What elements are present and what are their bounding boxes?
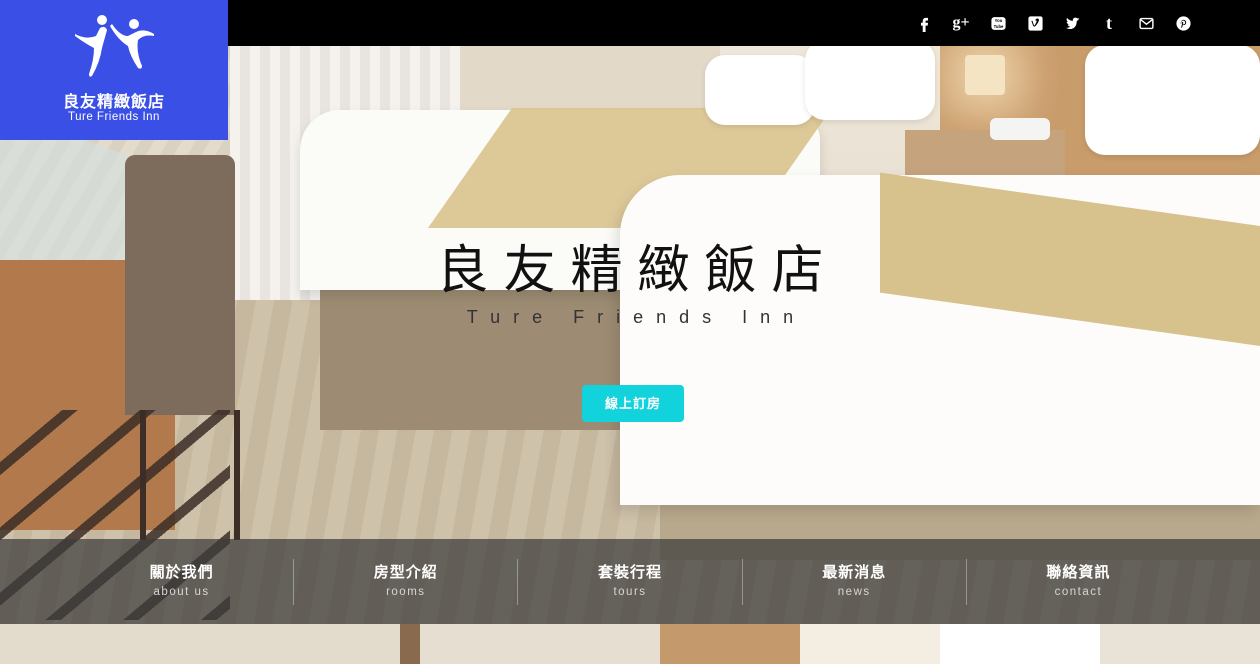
nav-label: 聯絡資訊: [1046, 562, 1111, 581]
google-plus-icon[interactable]: g+: [952, 14, 970, 32]
mail-icon[interactable]: [1137, 14, 1155, 32]
nav-sublabel: tours: [613, 585, 647, 598]
hero-title: 良友精緻飯店: [436, 241, 839, 301]
telephone: [990, 118, 1050, 140]
logo-subtitle: Ture Friends Inn: [68, 111, 160, 123]
main-nav: 關於我們 about us 房型介紹 rooms 套裝行程 tours 最新消息…: [0, 539, 1260, 624]
svg-text:Tube: Tube: [993, 23, 1003, 28]
nav-sublabel: rooms: [386, 585, 426, 598]
hero-subtitle: Ture Friends Inn: [466, 307, 807, 327]
nav-label: 關於我們: [149, 562, 214, 581]
twitter-icon[interactable]: [1063, 14, 1081, 32]
bedside-lamp: [965, 55, 1005, 95]
tumblr-icon[interactable]: t: [1100, 14, 1118, 32]
book-online-button[interactable]: 線上訂房: [582, 385, 684, 422]
nav-label: 房型介紹: [373, 562, 438, 581]
vimeo-icon[interactable]: [1026, 14, 1044, 32]
pillow: [1085, 45, 1260, 155]
nav-item-about[interactable]: 關於我們 about us: [70, 559, 293, 605]
nav-item-news[interactable]: 最新消息 news: [741, 558, 966, 605]
nav-item-rooms[interactable]: 房型介紹 rooms: [293, 558, 517, 605]
logo-people-icon: [75, 15, 154, 77]
nav-item-tours[interactable]: 套裝行程 tours: [517, 558, 741, 605]
logo-title: 良友精緻飯店: [62, 92, 165, 111]
social-links: g+ You Tube t: [915, 0, 1192, 46]
pillow: [705, 55, 815, 125]
nav-sublabel: about us: [153, 585, 210, 598]
facebook-icon[interactable]: [915, 14, 933, 32]
pinterest-icon[interactable]: [1174, 14, 1192, 32]
nav-label: 最新消息: [822, 562, 887, 581]
nav-item-contact[interactable]: 聯絡資訊 contact: [965, 558, 1190, 605]
nav-sublabel: news: [837, 585, 871, 598]
nav-label: 套裝行程: [598, 562, 663, 581]
nav-sublabel: contact: [1054, 585, 1103, 598]
nav-list: 關於我們 about us 房型介紹 rooms 套裝行程 tours 最新消息…: [70, 558, 1190, 605]
svg-text:You: You: [994, 18, 1002, 23]
pillow: [805, 40, 935, 120]
youtube-icon[interactable]: You Tube: [989, 14, 1007, 32]
next-section-image: [0, 624, 1260, 664]
logo[interactable]: 良友精緻飯店 Ture Friends Inn: [0, 0, 228, 140]
